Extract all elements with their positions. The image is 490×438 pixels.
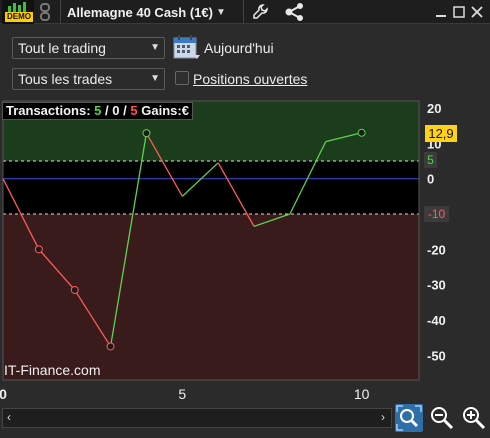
neutral-count: 0 (112, 103, 120, 118)
chart-logo-icon: DEMO (2, 0, 34, 24)
watermark: IT-Finance.com (4, 362, 101, 378)
horizontal-scrollbar[interactable]: ‹ › (2, 408, 392, 428)
data-point (106, 342, 115, 351)
x-tick-label: 5 (178, 386, 186, 402)
data-point (142, 129, 151, 138)
chart-canvas: 20100-10-20-30-40-500510 (0, 100, 446, 402)
zoom-out-icon[interactable] (428, 404, 456, 432)
demo-badge: DEMO (5, 12, 33, 22)
wrench-icon[interactable] (250, 2, 272, 22)
trading-scope-value: Tout le trading (18, 40, 106, 56)
scroll-right-button[interactable]: › (381, 410, 385, 424)
link-icon[interactable] (38, 3, 52, 21)
share-icon[interactable] (284, 2, 306, 22)
chevron-down-icon: ▼ (150, 73, 160, 84)
trades-filter-select[interactable]: Tous les trades ▼ (12, 68, 165, 90)
scroll-left-button[interactable]: ‹ (7, 410, 11, 424)
close-icon[interactable] (466, 2, 488, 22)
calendar-icon[interactable] (173, 35, 201, 61)
chevron-down-icon: ▼ (150, 42, 160, 53)
data-point (70, 285, 79, 294)
trading-scope-select[interactable]: Tout le trading ▼ (12, 37, 165, 59)
current-value-badge: 12,9 (425, 125, 457, 142)
transactions-summary: Transactions: 5 / 0 / 5 Gains:€ (2, 102, 193, 120)
instrument-selector[interactable]: Allemagne 40 Cash (1€) ▼ (60, 0, 244, 24)
instrument-name: Allemagne 40 Cash (1€) (67, 4, 213, 20)
currency-label: € (181, 103, 189, 118)
upper-level-badge: 5 (424, 152, 437, 168)
y-tick-label: -40 (427, 313, 446, 328)
y-tick-label: -30 (427, 278, 446, 293)
trades-filter-value: Tous les trades (18, 71, 113, 87)
y-tick-label: 20 (427, 101, 441, 116)
loss-zone (3, 214, 419, 380)
zoom-in-icon[interactable] (460, 404, 488, 432)
chevron-down-icon: ▼ (215, 6, 226, 18)
x-tick-label: 0 (0, 386, 7, 402)
loss-count: 5 (130, 103, 138, 118)
lower-level-badge: -10 (424, 206, 449, 222)
date-range-label[interactable]: Aujourd'hui (204, 40, 274, 56)
data-point (357, 128, 366, 137)
zoom-fit-icon[interactable] (395, 404, 423, 432)
equity-chart[interactable]: 20100-10-20-30-40-500510 (0, 99, 490, 405)
x-tick-label: 10 (354, 386, 370, 402)
open-positions-checkbox[interactable] (175, 71, 189, 85)
y-tick-label: 0 (427, 172, 434, 187)
gains-label: Gains: (141, 103, 182, 118)
y-tick-label: -50 (427, 348, 446, 363)
separator: / (105, 103, 109, 118)
open-positions-label[interactable]: Positions ouvertes (193, 71, 307, 87)
separator: / (123, 103, 127, 118)
title-bar: DEMO Allemagne 40 Cash (1€) ▼ (0, 0, 490, 24)
y-tick-label: -20 (427, 242, 446, 257)
data-point (34, 245, 43, 254)
transactions-label: Transactions: (6, 103, 91, 118)
win-count: 5 (94, 103, 102, 118)
